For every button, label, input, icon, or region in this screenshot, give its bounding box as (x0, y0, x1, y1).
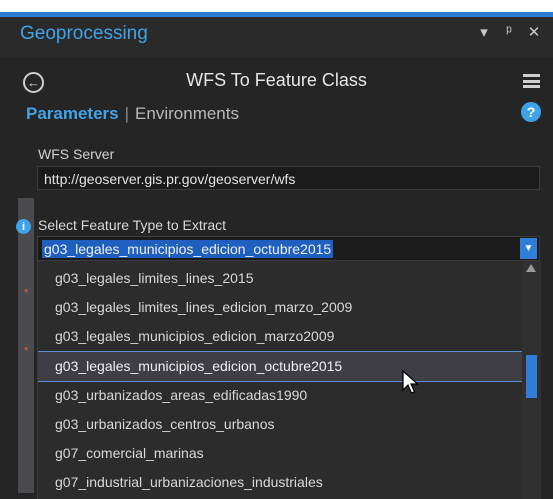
close-icon[interactable]: ✕ (527, 23, 541, 41)
chevron-down-icon[interactable]: ▼ (520, 238, 537, 259)
list-item[interactable]: g07_comercial_marinas (38, 439, 522, 468)
feature-type-select[interactable]: g03_legales_municipios_edicion_octubre20… (37, 236, 540, 261)
required-marker: * (24, 345, 29, 357)
tool-header: ← WFS To Feature Class (0, 57, 553, 109)
tool-title: WFS To Feature Class (186, 70, 367, 90)
tab-separator: | (124, 104, 130, 123)
scroll-up-arrow-icon[interactable] (526, 264, 536, 272)
help-icon[interactable]: ? (521, 102, 541, 122)
parameter-indicator-bar (18, 198, 34, 213)
info-icon[interactable]: i (16, 219, 31, 234)
list-item[interactable]: g03_legales_limites_lines_edicion_marzo_… (38, 293, 522, 322)
top-strip (0, 0, 553, 17)
list-item[interactable]: g03_urbanizados_centros_urbanos (38, 410, 522, 439)
wfs-server-label: WFS Server (38, 146, 115, 162)
pane-title: Geoprocessing (20, 23, 148, 44)
wfs-server-input[interactable]: http://geoserver.gis.pr.gov/geoserver/wf… (37, 166, 540, 190)
list-item[interactable]: g03_urbanizados_areas_edificadas1990 (38, 381, 522, 410)
parameter-tabs: Parameters | Environments (26, 104, 239, 124)
mouse-pointer-icon (402, 370, 420, 394)
scroll-thumb[interactable] (526, 355, 537, 398)
hamburger-menu-icon[interactable] (523, 74, 540, 88)
list-item-highlighted[interactable]: g03_legales_municipios_edicion_octubre20… (38, 351, 523, 382)
pane-titlebar: Geoprocessing ▾ ᵖ ✕ (0, 17, 553, 57)
feature-type-label: Select Feature Type to Extract (38, 217, 227, 233)
list-item[interactable]: g03_legales_limites_lines_2015 (38, 264, 522, 293)
window-controls: ▾ ᵖ ✕ (477, 23, 541, 41)
required-marker: * (24, 287, 29, 299)
tab-parameters[interactable]: Parameters (26, 104, 119, 123)
tab-environments[interactable]: Environments (135, 104, 239, 123)
feature-type-selected-value[interactable]: g03_legales_municipios_edicion_octubre20… (42, 240, 334, 258)
pin-icon[interactable]: ᵖ (502, 23, 516, 41)
dropdown-scrollbar[interactable] (522, 261, 541, 499)
list-item[interactable]: g07_industrial_urbanizaciones_industrial… (38, 468, 522, 497)
feature-type-dropdown-list: g03_legales_limites_lines_2015 g03_legal… (37, 261, 541, 499)
list-item[interactable]: g03_legales_municipios_edicion_marzo2009 (38, 322, 522, 351)
options-dropdown-icon[interactable]: ▾ (477, 23, 491, 41)
